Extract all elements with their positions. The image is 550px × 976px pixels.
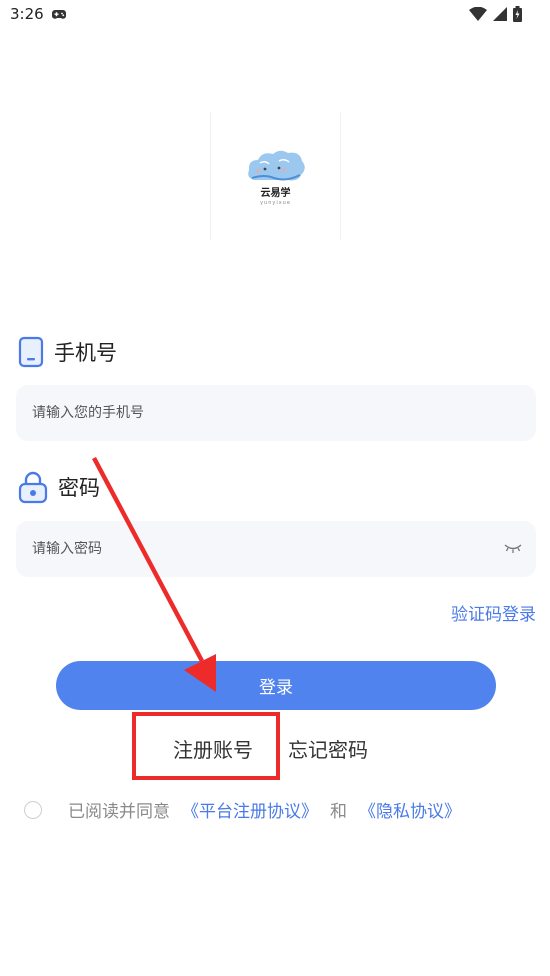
gamepad-icon <box>52 10 66 19</box>
phone-field[interactable] <box>16 385 536 441</box>
phone-label: 手机号 <box>54 341 117 365</box>
login-screen: 3:26 云易学 yunyixue 手机号 请输入您的手机号 密码 验证码登录 … <box>0 0 550 976</box>
forgot-password-link[interactable]: 忘记密码 <box>288 734 368 763</box>
annotation-highlight-box <box>132 712 280 780</box>
logo-name: 云易学 <box>260 188 291 199</box>
signal-icon <box>493 7 507 21</box>
status-bar: 3:26 <box>0 0 550 30</box>
app-logo: 云易学 yunyixue <box>210 112 341 240</box>
agreement-row: 已阅读并同意 《平台注册协议》 和 《隐私协议》 <box>24 797 461 822</box>
password-label-row: 密码 <box>18 470 100 504</box>
platform-agreement-link[interactable]: 《平台注册协议》 <box>182 797 318 822</box>
password-input[interactable] <box>32 541 472 557</box>
sms-login-link[interactable]: 验证码登录 <box>451 600 536 625</box>
battery-icon <box>513 6 522 22</box>
agreement-prefix: 已阅读并同意 <box>68 802 170 822</box>
phone-label-row: 手机号 <box>18 336 117 368</box>
agreement-and: 和 <box>330 802 347 822</box>
lock-icon <box>18 471 48 504</box>
cloud-logo-icon <box>247 150 305 181</box>
status-icons <box>469 6 522 22</box>
eye-closed-icon[interactable] <box>504 543 522 555</box>
login-button[interactable]: 登录 <box>56 661 496 710</box>
password-label: 密码 <box>58 476 100 500</box>
status-time: 3:26 <box>10 5 44 23</box>
password-field[interactable] <box>16 521 536 577</box>
phone-icon <box>18 336 44 368</box>
agreement-radio[interactable] <box>24 800 42 819</box>
wifi-icon <box>469 7 487 21</box>
logo-subtitle: yunyixue <box>260 200 291 206</box>
privacy-agreement-link[interactable]: 《隐私协议》 <box>359 797 461 822</box>
phone-input[interactable] <box>32 405 472 421</box>
